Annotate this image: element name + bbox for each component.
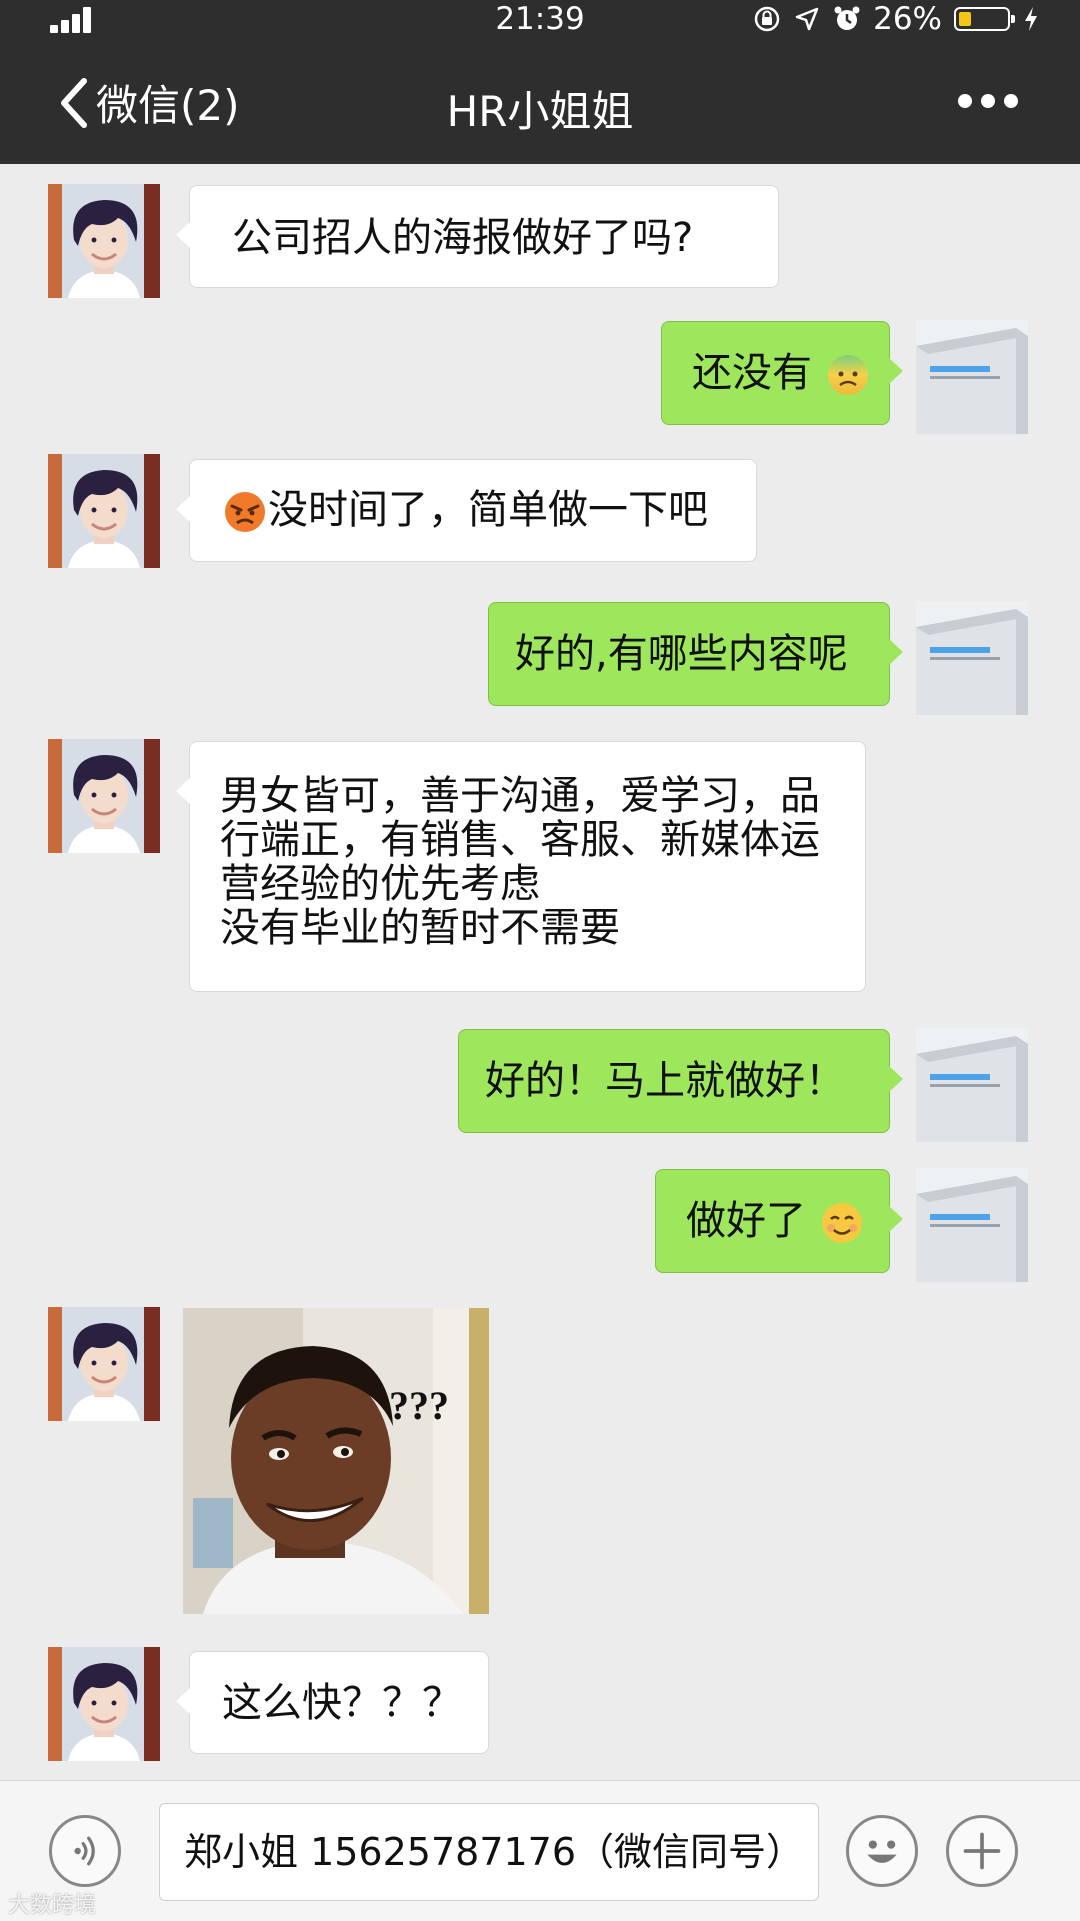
my-avatar[interactable] — [916, 1028, 1028, 1142]
chat-header: 微信(2) HR小姐姐 — [0, 40, 1080, 164]
contact-avatar[interactable] — [48, 454, 160, 568]
more-functions-button[interactable] — [946, 1815, 1018, 1887]
plus-icon — [963, 1832, 1001, 1870]
alarm-clock-icon — [834, 6, 860, 30]
message-input[interactable]: 郑小姐 15625787176（微信同号） — [159, 1803, 819, 1901]
my-avatar[interactable] — [916, 601, 1028, 715]
message-text: 还没有 — [692, 350, 812, 396]
battery-percent: 26% — [873, 1, 942, 37]
message-bubble-incoming[interactable]: 公司招人的海报做好了吗? — [176, 185, 779, 288]
confused-man-image — [183, 1308, 489, 1614]
message-bubble-outgoing[interactable]: 还没有 — [661, 321, 903, 425]
battery-icon — [954, 7, 1015, 31]
voice-button[interactable] — [49, 1815, 121, 1887]
rotation-lock-icon — [754, 6, 780, 32]
message-text: 做好了 — [686, 1198, 806, 1244]
angry-face-emoji — [225, 492, 265, 532]
message-bubble-outgoing[interactable]: 做好了 — [655, 1169, 903, 1273]
input-bar: 郑小姐 15625787176（微信同号） — [0, 1780, 1080, 1921]
worried-face-emoji — [827, 355, 868, 395]
more-dots-icon[interactable] — [958, 94, 1018, 108]
message-text: 好的,有哪些内容呢 — [515, 631, 848, 677]
charging-bolt-icon — [1025, 7, 1037, 31]
message-text: 公司招人的海报做好了吗? — [232, 215, 694, 261]
message-bubble-outgoing[interactable]: 好的！马上就做好！ — [458, 1029, 903, 1133]
emoji-button[interactable] — [846, 1815, 918, 1887]
location-arrow-icon — [795, 7, 819, 31]
message-text: 这么快？？？ — [222, 1680, 462, 1726]
my-avatar[interactable] — [916, 320, 1028, 434]
status-bar: 21:39 26% — [0, 0, 1080, 40]
contact-avatar[interactable] — [48, 184, 160, 298]
message-bubble-incoming[interactable]: 没时间了，简单做一下吧 — [176, 459, 757, 562]
message-text: 男女皆可，善于沟通，爱学习，品 行端正，有销售、客服、新媒体运 营经验的优先考虑… — [220, 773, 820, 951]
voice-icon — [74, 1836, 95, 1866]
smiling-face-emoji — [821, 1203, 862, 1243]
contact-avatar[interactable] — [48, 1647, 160, 1761]
contact-avatar[interactable] — [48, 739, 160, 853]
chat-title: HR小姐姐 — [446, 87, 634, 136]
confused-man-sticker[interactable]: ??? — [183, 1308, 489, 1614]
message-bubble-outgoing[interactable]: 好的,有哪些内容呢 — [488, 602, 903, 706]
message-text: 好的！马上就做好！ — [485, 1058, 845, 1104]
message-bubble-incoming[interactable]: 男女皆可，善于沟通，爱学习，品 行端正，有销售、客服、新媒体运 营经验的优先考虑… — [176, 741, 866, 992]
message-text: 没时间了，简单做一下吧 — [268, 487, 708, 533]
emoji-icon — [867, 1840, 897, 1863]
my-avatar[interactable] — [916, 1168, 1028, 1282]
contact-avatar[interactable] — [48, 1307, 160, 1421]
sticker-caption: ??? — [389, 1383, 449, 1428]
message-bubble-incoming[interactable]: 这么快？？？ — [176, 1651, 489, 1754]
watermark: 大数跨境 — [8, 1893, 97, 1918]
